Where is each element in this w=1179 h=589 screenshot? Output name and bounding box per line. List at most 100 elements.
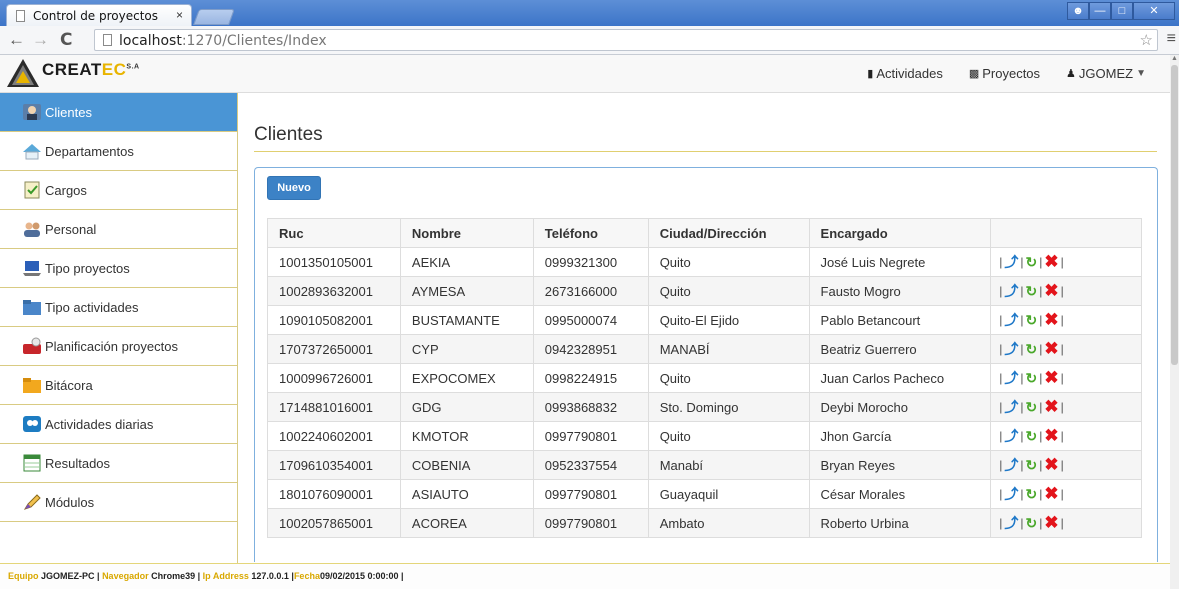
cell-telefono: 0942328951	[532, 334, 649, 364]
edit-icon[interactable]: ⤴	[1004, 513, 1018, 533]
delete-icon[interactable]: ✖	[1044, 485, 1058, 502]
refresh-icon[interactable]: ↻	[1025, 486, 1037, 503]
delete-icon[interactable]: ✖	[1044, 311, 1058, 328]
refresh-icon[interactable]: ↻	[1025, 370, 1037, 387]
table-row: 1090105082001 BUSTAMANTE 0995000074 Quito-E…	[267, 305, 1142, 335]
cell-ruc: 1000996726001	[267, 363, 401, 393]
browser-tab[interactable]: Control de proyectos ×	[6, 4, 192, 26]
sidebar-item-planificacion-proyectos[interactable]: Planificación proyectos	[0, 327, 237, 366]
sidebar-item-personal[interactable]: Personal	[0, 210, 237, 249]
cell-ciudad: Ambato	[647, 508, 810, 538]
refresh-icon[interactable]: ↻	[1025, 428, 1037, 445]
cell-ciudad: Quito	[647, 421, 810, 451]
separator: |	[1060, 284, 1064, 298]
sidebar-item-tipo-actividades[interactable]: Tipo actividades	[0, 288, 237, 327]
sidebar-item-departamentos[interactable]: Departamentos	[0, 132, 237, 171]
cell-ciudad: Quito	[647, 276, 810, 306]
sidebar-item-cargos[interactable]: Cargos	[0, 171, 237, 210]
refresh-icon[interactable]: ↻	[1025, 312, 1037, 329]
delete-icon[interactable]: ✖	[1044, 398, 1058, 415]
minimize-icon[interactable]: —	[1089, 2, 1111, 20]
refresh-icon[interactable]: ↻	[1025, 515, 1037, 532]
scrollbar-thumb[interactable]	[1171, 65, 1178, 365]
close-window-icon[interactable]: ✕	[1133, 2, 1175, 20]
table-row: 1002057865001 ACOREA 0997790801 Ambato Rober…	[267, 508, 1142, 538]
cell-encargado: José Luis Negrete	[808, 247, 992, 277]
separator: |	[999, 458, 1003, 472]
page-scrollbar[interactable]: ▲	[1170, 55, 1179, 589]
refresh-icon[interactable]: ↻	[1025, 341, 1037, 358]
edit-icon[interactable]: ⤴	[1004, 484, 1018, 504]
sidebar-item-bitacora[interactable]: Bitácora	[0, 366, 237, 405]
delete-icon[interactable]: ✖	[1044, 514, 1058, 531]
edit-icon[interactable]: ⤴	[1004, 252, 1018, 272]
nav-proyectos[interactable]: ▩ Proyectos	[969, 66, 1040, 81]
cell-nombre: CYP	[399, 334, 534, 364]
refresh-icon[interactable]: ↻	[1025, 254, 1037, 271]
footer-navegador: Chrome39	[151, 571, 196, 581]
cell-nombre: EXPOCOMEX	[399, 363, 534, 393]
edit-icon[interactable]: ⤴	[1004, 310, 1018, 330]
col-header-telefono: Teléfono	[532, 218, 649, 248]
edit-icon[interactable]: ⤴	[1004, 339, 1018, 359]
edit-icon[interactable]: ⤴	[1004, 281, 1018, 301]
sidebar-item-clientes[interactable]: Clientes	[0, 93, 237, 132]
maximize-icon[interactable]: □	[1111, 2, 1133, 20]
sidebar-item-tipo-proyectos[interactable]: Tipo proyectos	[0, 249, 237, 288]
new-client-button[interactable]: Nuevo	[267, 176, 321, 200]
refresh-icon[interactable]: ↻	[1025, 399, 1037, 416]
separator: |	[1020, 516, 1024, 530]
url-path: :1270/Clientes/Index	[181, 33, 327, 49]
separator: |	[1060, 313, 1064, 327]
sidebar-item-resultados[interactable]: Resultados	[0, 444, 237, 483]
nav-user-menu[interactable]: ♟ JGOMEZ ▼	[1066, 66, 1146, 81]
nav-user-label: JGOMEZ	[1078, 66, 1134, 81]
cell-telefono: 0995000074	[532, 305, 649, 335]
new-tab-button[interactable]	[193, 9, 235, 25]
separator: |	[1020, 255, 1024, 269]
edit-icon[interactable]: ⤴	[1004, 455, 1018, 475]
edit-icon[interactable]: ⤴	[1004, 368, 1018, 388]
footer-ip-label: Ip Address	[202, 571, 249, 581]
scroll-up-icon[interactable]: ▲	[1171, 55, 1178, 62]
logo-triangle-icon	[7, 59, 39, 87]
forward-arrow-icon[interactable]: →	[32, 30, 49, 50]
cell-telefono: 0997790801	[532, 421, 649, 451]
separator: |	[1039, 255, 1043, 269]
delete-icon[interactable]: ✖	[1044, 427, 1058, 444]
delete-icon[interactable]: ✖	[1044, 340, 1058, 357]
sidebar-item-actividades-diarias[interactable]: Actividades diarias	[0, 405, 237, 444]
separator: |	[999, 487, 1003, 501]
bookmark-star-icon[interactable]: ☆	[1140, 31, 1153, 49]
delete-icon[interactable]: ✖	[1044, 282, 1058, 299]
edit-icon[interactable]: ⤴	[1004, 397, 1018, 417]
row-actions: | ⤴ | ↻ | ✖ |	[990, 421, 1142, 451]
address-bar[interactable]: localhost:1270/Clientes/Index ☆	[94, 29, 1158, 51]
nav-actividades[interactable]: ▮ Actividades	[867, 66, 943, 81]
profile-icon[interactable]: ☻	[1067, 2, 1089, 20]
table-row: 1002893632001 AYMESA 2673166000 Quito Fausto…	[267, 276, 1142, 306]
edit-icon[interactable]: ⤴	[1004, 426, 1018, 446]
separator: |	[1020, 284, 1024, 298]
back-arrow-icon[interactable]: ←	[8, 30, 25, 50]
refresh-icon[interactable]: ↻	[1025, 283, 1037, 300]
delete-icon[interactable]: ✖	[1044, 369, 1058, 386]
table-row: 1714881016001 GDG 0993868832 Sto. Domingo De…	[267, 392, 1142, 422]
sidebar-item-label: Bitácora	[45, 377, 93, 393]
separator: |	[999, 284, 1003, 298]
footer-ip: 127.0.0.1	[251, 571, 289, 581]
createc-logo[interactable]: CREATECS.A	[6, 58, 166, 88]
refresh-icon[interactable]: ↻	[1025, 457, 1037, 474]
table-row: 1707372650001 CYP 0942328951 MANABÍ Beatriz …	[267, 334, 1142, 364]
cell-nombre: KMOTOR	[399, 421, 534, 451]
delete-icon[interactable]: ✖	[1044, 253, 1058, 270]
separator: |	[999, 516, 1003, 530]
delete-icon[interactable]: ✖	[1044, 456, 1058, 473]
row-actions: | ⤴ | ↻ | ✖ |	[990, 450, 1142, 480]
browser-menu-icon[interactable]: ≡	[1167, 30, 1176, 48]
pencil-icon	[22, 493, 42, 511]
tab-close-icon[interactable]: ×	[176, 8, 183, 22]
cell-nombre: GDG	[399, 392, 534, 422]
sidebar-item-modulos[interactable]: Módulos	[0, 483, 237, 522]
reload-icon[interactable]: C	[60, 30, 72, 50]
